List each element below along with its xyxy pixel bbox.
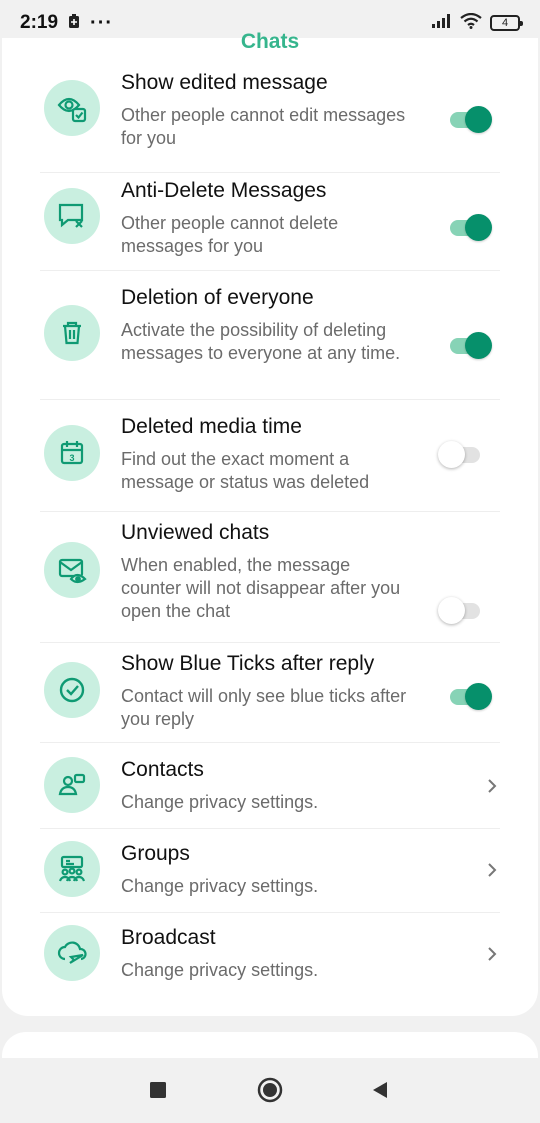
divider bbox=[40, 642, 500, 643]
home-circle-icon bbox=[257, 1077, 283, 1103]
divider bbox=[40, 511, 500, 512]
eye-edit-icon bbox=[44, 80, 100, 136]
setting-title: Anti-Delete Messages bbox=[121, 179, 327, 202]
setting-title: Show edited message bbox=[121, 71, 328, 94]
battery-icon: 4 bbox=[490, 15, 523, 31]
setting-title: Groups bbox=[121, 842, 190, 865]
setting-title: Broadcast bbox=[121, 926, 216, 949]
navigation-bar bbox=[0, 1058, 540, 1123]
setting-title: Show Blue Ticks after reply bbox=[121, 652, 375, 675]
trash-icon bbox=[44, 305, 100, 361]
show-edited-message-toggle[interactable] bbox=[448, 104, 494, 134]
settings-card: Chats Show edited message Other people c… bbox=[2, 30, 538, 1016]
setting-subtitle: Activate the possibility of deleting mes… bbox=[121, 320, 401, 363]
divider bbox=[40, 270, 500, 271]
chevron-right-icon[interactable] bbox=[484, 944, 500, 964]
recent-apps-button[interactable] bbox=[144, 1076, 172, 1104]
setting-title: Unviewed chats bbox=[121, 521, 270, 544]
setting-subtitle: Other people cannot edit messages for yo… bbox=[121, 105, 406, 148]
chevron-right-icon[interactable] bbox=[484, 860, 500, 880]
setting-title: Contacts bbox=[121, 758, 204, 781]
section-header: Chats bbox=[240, 30, 300, 53]
home-button[interactable] bbox=[256, 1076, 284, 1104]
divider bbox=[40, 399, 500, 400]
setting-subtitle: Contact will only see blue ticks after y… bbox=[121, 686, 407, 729]
deletion-of-everyone-toggle[interactable] bbox=[448, 330, 494, 360]
setting-subtitle: Change privacy settings. bbox=[121, 960, 319, 980]
square-icon bbox=[150, 1082, 166, 1098]
mail-eye-icon bbox=[44, 542, 100, 598]
setting-deletion-of-everyone[interactable]: Deletion of everyone Activate the possib… bbox=[2, 279, 538, 409]
unviewed-chats-toggle[interactable] bbox=[438, 595, 494, 625]
show-blue-ticks-toggle[interactable] bbox=[448, 681, 494, 711]
setting-groups[interactable]: Groups Change privacy settings. bbox=[2, 832, 538, 916]
back-button[interactable] bbox=[366, 1076, 394, 1104]
back-triangle-icon bbox=[373, 1082, 387, 1098]
setting-unviewed-chats[interactable]: Unviewed chats When enabled, the message… bbox=[2, 515, 538, 646]
setting-show-edited-message[interactable]: Show edited message Other people cannot … bbox=[2, 63, 538, 171]
calendar-icon: 3 bbox=[44, 425, 100, 481]
message-x-icon bbox=[44, 188, 100, 244]
anti-delete-messages-toggle[interactable] bbox=[448, 212, 494, 242]
setting-contacts[interactable]: Contacts Change privacy settings. bbox=[2, 748, 538, 832]
divider bbox=[40, 742, 500, 743]
setting-deleted-media-time[interactable]: 3 Deleted media time Find out the exact … bbox=[2, 409, 538, 517]
setting-subtitle: Find out the exact moment a message or s… bbox=[121, 449, 370, 492]
groups-icon bbox=[44, 841, 100, 897]
check-circle-icon bbox=[44, 662, 100, 718]
setting-show-blue-ticks-after-reply[interactable]: Show Blue Ticks after reply Contact will… bbox=[2, 646, 538, 762]
chevron-right-icon[interactable] bbox=[484, 776, 500, 796]
broadcast-icon bbox=[44, 925, 100, 981]
setting-title: Deletion of everyone bbox=[121, 286, 314, 309]
deleted-media-time-toggle[interactable] bbox=[438, 439, 494, 469]
contacts-icon bbox=[44, 757, 100, 813]
setting-subtitle: Change privacy settings. bbox=[121, 876, 319, 896]
divider bbox=[40, 828, 500, 829]
setting-broadcast[interactable]: Broadcast Change privacy settings. bbox=[2, 916, 538, 1000]
divider bbox=[40, 912, 500, 913]
setting-anti-delete-messages[interactable]: Anti-Delete Messages Other people cannot… bbox=[2, 172, 538, 280]
setting-subtitle: Change privacy settings. bbox=[121, 792, 319, 812]
setting-subtitle: Other people cannot delete messages for … bbox=[121, 213, 339, 256]
setting-title: Deleted media time bbox=[121, 415, 302, 438]
setting-subtitle: When enabled, the message counter will n… bbox=[121, 555, 401, 621]
svg-text:3: 3 bbox=[69, 453, 74, 463]
